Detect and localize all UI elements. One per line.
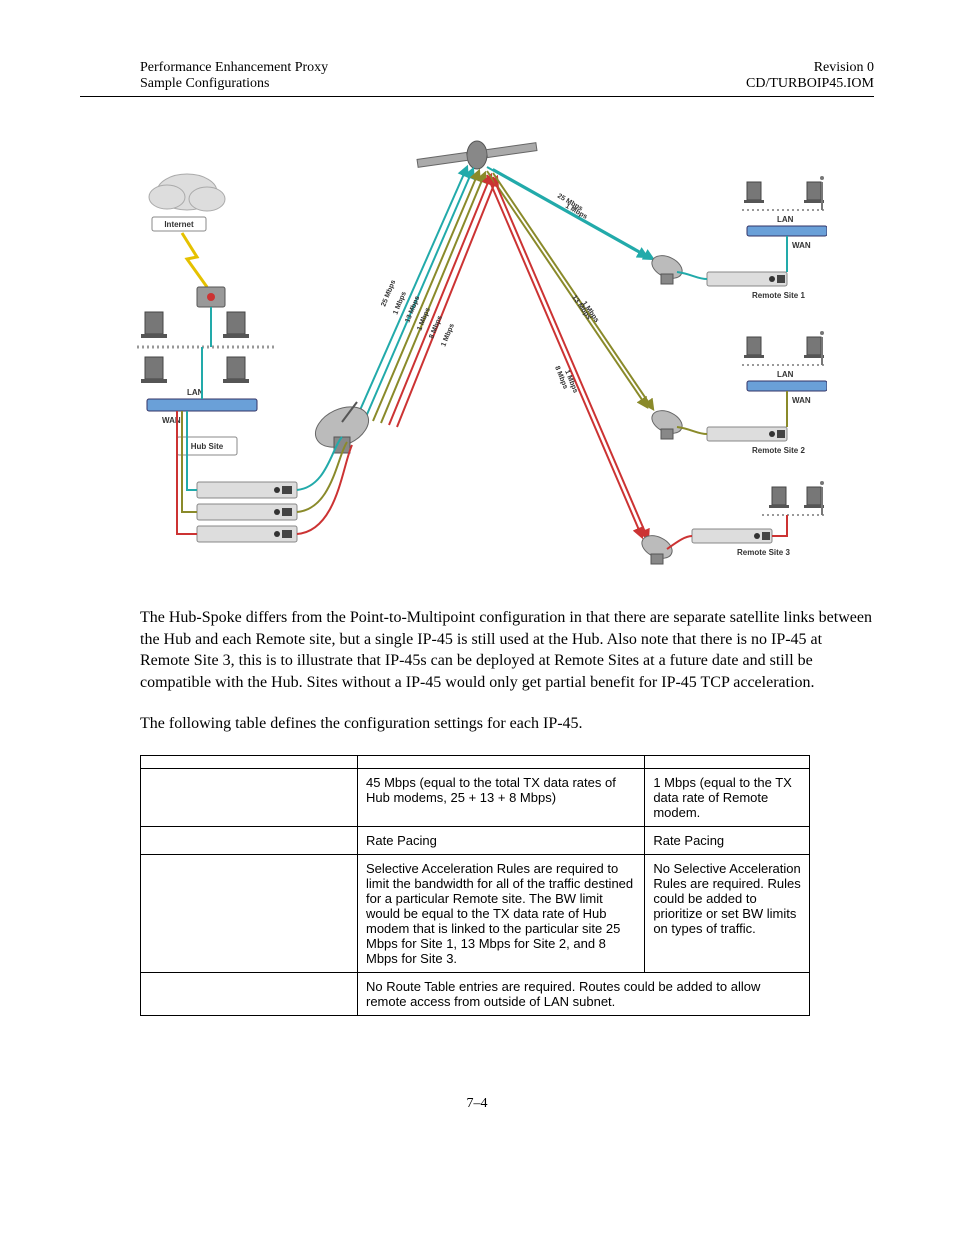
cell: 1 Mbps (equal to the TX data rate of Rem… <box>645 768 810 826</box>
config-table: 45 Mbps (equal to the total TX data rate… <box>140 755 810 1016</box>
cell: Rate Pacing <box>645 826 810 854</box>
label-8mbps: 8 Mbps <box>428 315 444 340</box>
hub-dish-icon <box>309 399 375 455</box>
label-13mbps: 13 Mbps <box>404 295 421 324</box>
header-revision: Revision 0 <box>746 60 874 76</box>
table-row <box>141 755 810 768</box>
header-docid: CD/TURBOIP45.IOM <box>746 76 874 92</box>
network-diagram: 25 Mbps 1 Mbps 13 Mbps 1 Mbps 8 Mbps 1 M… <box>127 137 827 577</box>
hub-modems-icon <box>197 482 297 542</box>
page-number: 7–4 <box>80 1096 874 1112</box>
label-1mbps-c: 1 Mbps <box>440 323 456 348</box>
label-25mbps: 25 Mbps <box>380 279 397 308</box>
svg-text:Remote Site 1: Remote Site 1 <box>752 291 805 300</box>
cell: Selective Acceleration Rules are require… <box>358 854 645 972</box>
header-subtitle-left: Sample Configurations <box>140 76 328 92</box>
svg-text:WAN: WAN <box>792 241 811 250</box>
header-title-left: Performance Enhancement Proxy <box>140 60 328 76</box>
cell-empty <box>141 755 358 768</box>
svg-text:Remote Site 3: Remote Site 3 <box>737 548 790 557</box>
cell-empty <box>141 854 358 972</box>
remote-site-2: LAN WAN Remote Site 2 <box>648 331 827 455</box>
svg-text:WAN: WAN <box>792 396 811 405</box>
hub-wan-label: WAN <box>162 416 181 425</box>
cell-empty <box>141 826 358 854</box>
cell-empty <box>358 755 645 768</box>
hub-lan-icon <box>137 312 277 383</box>
cell-empty <box>645 755 810 768</box>
hub-switch-icon <box>147 399 257 411</box>
svg-text:LAN: LAN <box>777 215 794 224</box>
table-row: 45 Mbps (equal to the total TX data rate… <box>141 768 810 826</box>
table-row: Selective Acceleration Rules are require… <box>141 854 810 972</box>
paragraph-1: The Hub-Spoke differs from the Point-to-… <box>140 607 874 693</box>
cell-empty <box>141 972 358 1015</box>
internet-label: Internet <box>164 220 194 229</box>
remote-site-1: LAN WAN Remote Site 1 <box>648 176 827 300</box>
cell: No Selective Acceleration Rules are requ… <box>645 854 810 972</box>
svg-text:Remote Site 2: Remote Site 2 <box>752 446 805 455</box>
remote-site-3: Remote Site 3 <box>638 481 827 564</box>
cell-empty <box>141 768 358 826</box>
hubsite-label: Hub Site <box>191 442 224 451</box>
satellite-icon <box>417 141 537 169</box>
cell: 45 Mbps (equal to the total TX data rate… <box>358 768 645 826</box>
table-row: No Route Table entries are required. Rou… <box>141 972 810 1015</box>
paragraph-2: The following table defines the configur… <box>140 713 874 735</box>
internet-cloud-icon <box>149 174 225 211</box>
page-header: Performance Enhancement Proxy Sample Con… <box>80 60 874 92</box>
header-rule <box>80 96 874 97</box>
svg-text:LAN: LAN <box>777 370 794 379</box>
label-1mbps-a: 1 Mbps <box>392 291 408 316</box>
cell: Rate Pacing <box>358 826 645 854</box>
cell: No Route Table entries are required. Rou… <box>358 972 810 1015</box>
table-row: Rate Pacing Rate Pacing <box>141 826 810 854</box>
